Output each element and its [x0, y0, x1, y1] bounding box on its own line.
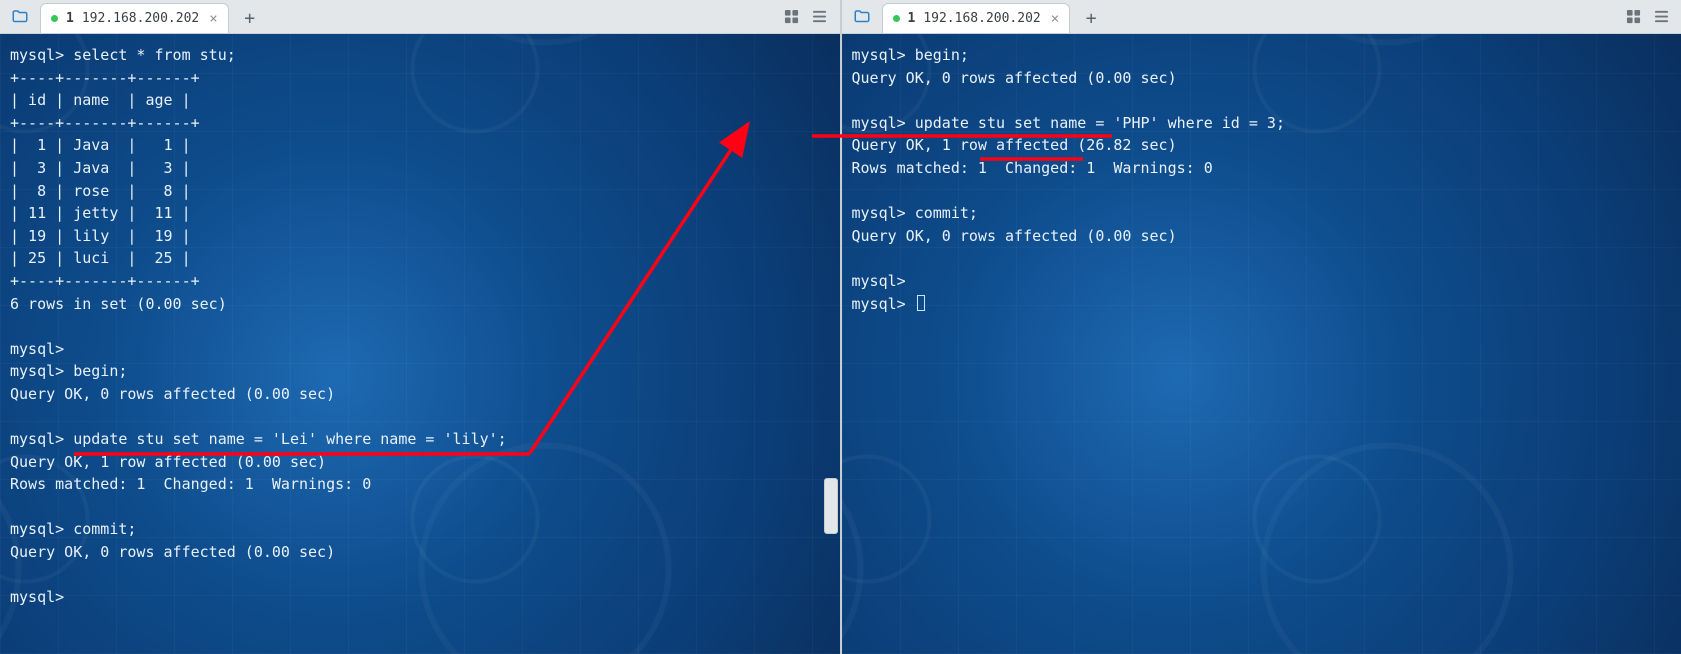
- grid-icon[interactable]: [1623, 6, 1643, 26]
- tabbar-right: 1 192.168.200.202 × +: [842, 0, 1681, 34]
- folder-icon[interactable]: [6, 3, 34, 31]
- split-panes: 1 192.168.200.202 × + mysql> select * fr…: [0, 0, 1681, 654]
- folder-icon[interactable]: [848, 3, 876, 31]
- left-pane: 1 192.168.200.202 × + mysql> select * fr…: [0, 0, 842, 654]
- status-dot-icon: [51, 15, 58, 22]
- tab-session-1-left[interactable]: 1 192.168.200.202 ×: [40, 3, 229, 33]
- tabbar-left: 1 192.168.200.202 × +: [0, 0, 840, 34]
- terminal-output: mysql> select * from stu; +----+-------+…: [10, 44, 830, 609]
- terminal-output: mysql> begin; Query OK, 0 rows affected …: [852, 44, 1672, 315]
- close-icon[interactable]: ×: [1049, 11, 1061, 27]
- tab-title: 192.168.200.202: [923, 11, 1040, 26]
- tab-title: 192.168.200.202: [82, 11, 199, 26]
- status-dot-icon: [893, 15, 900, 22]
- tab-session-1-right[interactable]: 1 192.168.200.202 ×: [882, 3, 1071, 33]
- tabbar-right-icons: [782, 6, 830, 26]
- add-tab-button[interactable]: +: [237, 5, 263, 31]
- grid-icon[interactable]: [782, 6, 802, 26]
- close-icon[interactable]: ×: [207, 11, 219, 27]
- menu-icon[interactable]: [810, 6, 830, 26]
- right-pane: 1 192.168.200.202 × + mysql> begin; Quer…: [842, 0, 1681, 654]
- tab-number: 1: [908, 11, 916, 26]
- tabbar-right-icons: [1623, 6, 1671, 26]
- terminal-right[interactable]: mysql> begin; Query OK, 0 rows affected …: [842, 34, 1681, 654]
- tab-number: 1: [66, 11, 74, 26]
- terminal-left[interactable]: mysql> select * from stu; +----+-------+…: [0, 34, 840, 654]
- menu-icon[interactable]: [1651, 6, 1671, 26]
- add-tab-button[interactable]: +: [1078, 5, 1104, 31]
